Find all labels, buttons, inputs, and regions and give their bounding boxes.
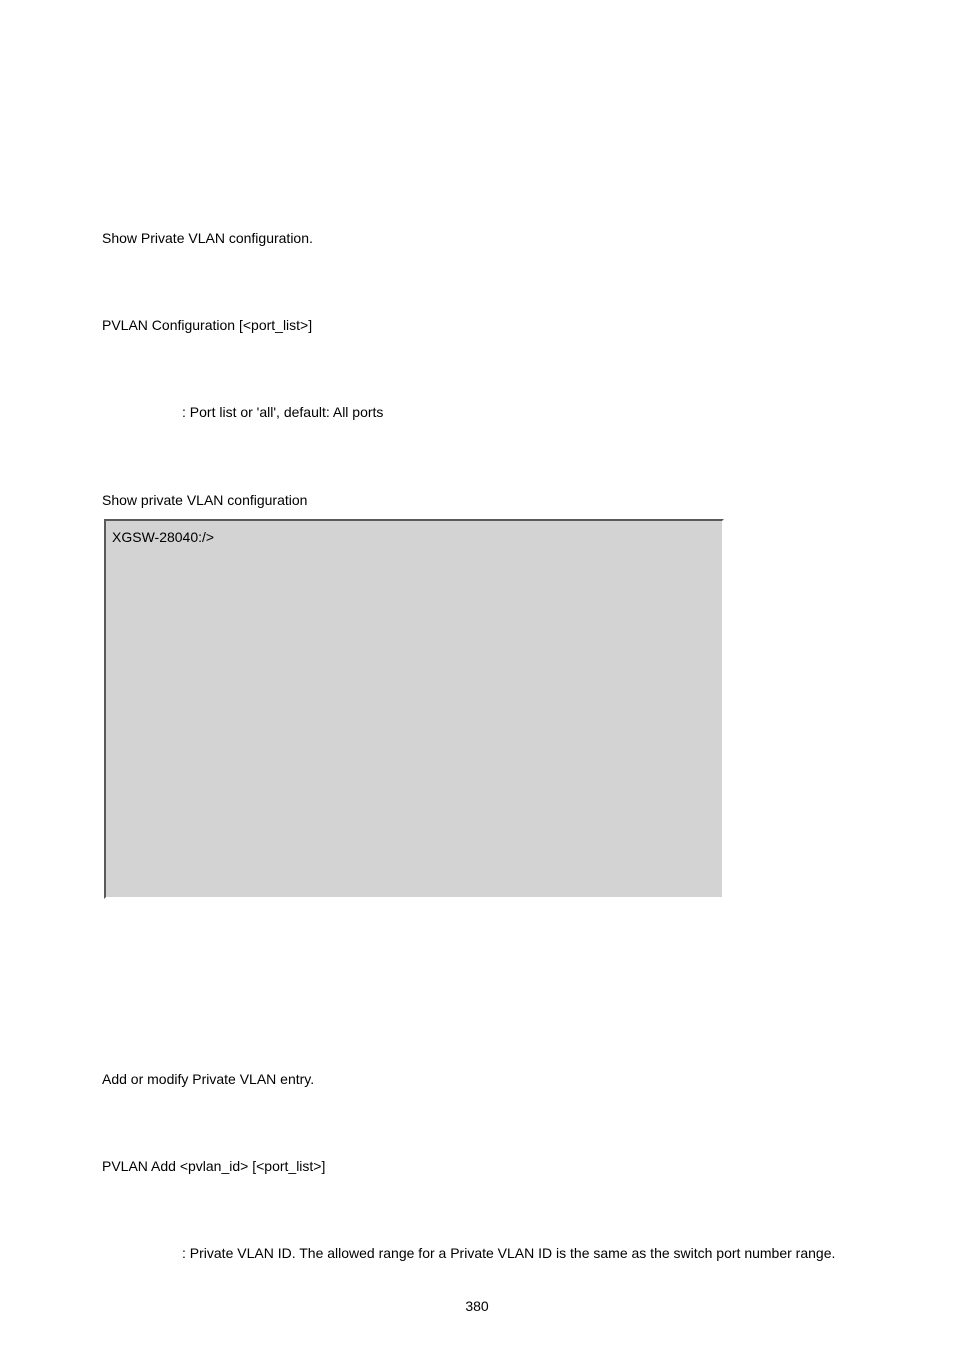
- terminal-output-box: XGSW-28040:/>: [104, 519, 724, 899]
- section2-syntax: PVLAN Add <pvlan_id> [<port_list>]: [102, 1158, 922, 1175]
- terminal-prompt: XGSW-28040:/>: [112, 529, 214, 545]
- document-page: Show Private VLAN configuration. PVLAN C…: [0, 0, 954, 1350]
- section1-example-label: Show private VLAN configuration: [102, 492, 922, 509]
- spacer: [102, 899, 922, 1071]
- section1-description: Show Private VLAN configuration.: [102, 230, 922, 247]
- section1-parameter: : Port list or 'all', default: All ports: [102, 404, 922, 421]
- section2-parameter: : Private VLAN ID. The allowed range for…: [102, 1245, 922, 1262]
- section1-syntax: PVLAN Configuration [<port_list>]: [102, 317, 922, 334]
- page-number: 380: [465, 1298, 488, 1314]
- section2-description: Add or modify Private VLAN entry.: [102, 1071, 922, 1088]
